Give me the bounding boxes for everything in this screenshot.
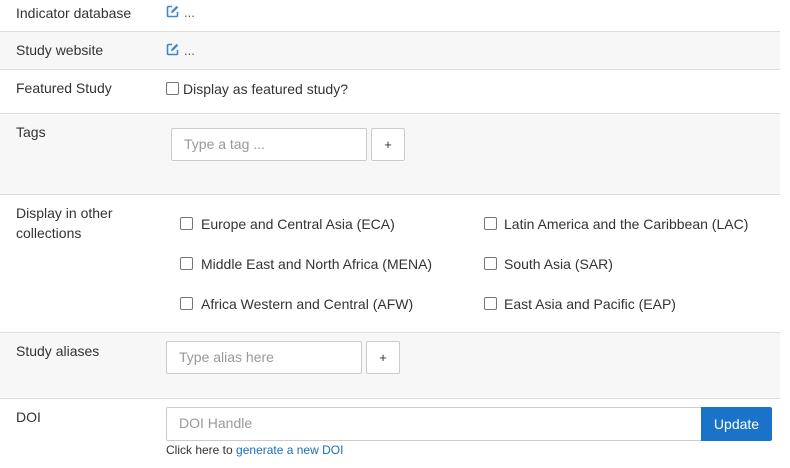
generate-doi-help: Click here to generate a new DOI [166, 443, 343, 457]
collection-label-sar: South Asia (SAR) [504, 256, 613, 272]
tag-input[interactable]: Type a tag ... [171, 128, 367, 161]
doi-label: DOI [16, 409, 41, 425]
doi-handle-placeholder: DOI Handle [179, 415, 253, 431]
add-alias-button[interactable]: + [366, 341, 400, 374]
collections-label-line2: collections [16, 225, 82, 241]
collection-checkbox-mena[interactable] [180, 257, 193, 270]
edit-icon[interactable] [166, 5, 179, 18]
alias-input-placeholder: Type alias here [179, 349, 274, 365]
generate-doi-link[interactable]: generate a new DOI [236, 443, 343, 457]
study-website-value: ... [184, 43, 195, 58]
collection-checkbox-eap[interactable] [484, 297, 497, 310]
collection-label-eap: East Asia and Pacific (EAP) [504, 296, 676, 312]
indicator-database-value: ... [184, 5, 195, 20]
collection-checkbox-afw[interactable] [180, 297, 193, 310]
collection-checkbox-sar[interactable] [484, 257, 497, 270]
study-metadata-form: Indicator database ... Study website ...… [0, 0, 780, 468]
indicator-database-row: Indicator database ... [0, 0, 780, 32]
study-website-label: Study website [16, 42, 104, 58]
alias-input[interactable]: Type alias here [166, 341, 362, 374]
collections-row: Display in other collections Europe and … [0, 195, 780, 333]
doi-row: DOI DOI Handle Update Click here to gene… [0, 399, 780, 468]
collection-checkbox-lac[interactable] [484, 217, 497, 230]
featured-study-row: Featured Study Display as featured study… [0, 70, 780, 114]
collection-label-afw: Africa Western and Central (AFW) [201, 296, 414, 312]
collection-label-lac: Latin America and the Caribbean (LAC) [504, 216, 749, 232]
featured-study-checkbox-label: Display as featured study? [183, 81, 348, 97]
collections-label-line1: Display in other [16, 205, 113, 221]
tags-label: Tags [16, 124, 46, 140]
generate-doi-prefix: Click here to [166, 443, 233, 457]
collection-label-mena: Middle East and North Africa (MENA) [201, 256, 433, 272]
study-aliases-label: Study aliases [16, 343, 100, 359]
tags-row: Tags Type a tag ... + [0, 114, 780, 195]
indicator-database-label: Indicator database [16, 5, 132, 21]
study-aliases-row: Study aliases Type alias here + [0, 333, 780, 399]
add-tag-button[interactable]: + [371, 128, 405, 161]
collection-checkbox-eca[interactable] [180, 217, 193, 230]
featured-study-checkbox[interactable] [166, 82, 179, 95]
edit-icon[interactable] [166, 43, 179, 56]
collection-label-eca: Europe and Central Asia (ECA) [201, 216, 395, 232]
study-website-row: Study website ... [0, 32, 780, 70]
featured-study-label: Featured Study [16, 80, 112, 96]
tag-input-placeholder: Type a tag ... [184, 136, 265, 152]
update-doi-button[interactable]: Update [701, 407, 772, 441]
doi-handle-input[interactable]: DOI Handle [166, 407, 702, 441]
